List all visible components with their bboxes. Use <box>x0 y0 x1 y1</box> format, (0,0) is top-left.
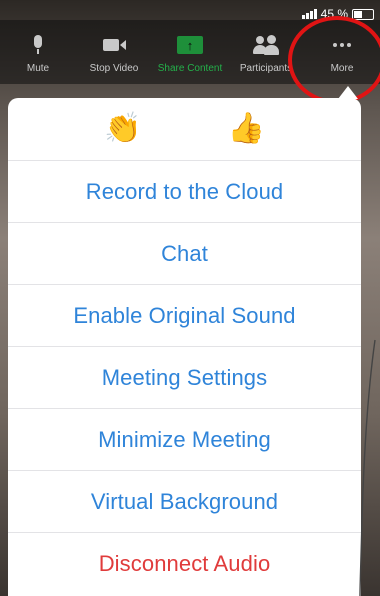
stop-video-label: Stop Video <box>89 63 139 74</box>
disconnect-audio-item[interactable]: Disconnect Audio <box>8 533 361 594</box>
clapping-hands-icon[interactable]: 👏 <box>104 114 141 144</box>
video-camera-icon <box>102 34 126 56</box>
mute-label: Mute <box>26 63 50 74</box>
virtual-background-item[interactable]: Virtual Background <box>8 471 361 533</box>
cellular-signal-icon <box>301 9 317 19</box>
participants-icon <box>253 34 279 56</box>
participants-label: Participants <box>239 63 293 74</box>
stop-video-button[interactable]: Stop Video <box>78 20 150 74</box>
share-content-button[interactable]: ↑ Share Content <box>154 20 226 74</box>
red-highlight-circle <box>288 16 380 104</box>
share-content-label: Share Content <box>157 63 223 74</box>
thumbs-up-icon[interactable]: 👍 <box>228 114 265 144</box>
reactions-row: 👏 👍 <box>8 98 361 161</box>
share-screen-icon: ↑ <box>177 34 203 56</box>
enable-original-sound-item[interactable]: Enable Original Sound <box>8 285 361 347</box>
meeting-settings-item[interactable]: Meeting Settings <box>8 347 361 409</box>
record-to-cloud-item[interactable]: Record to the Cloud <box>8 161 361 223</box>
chat-item[interactable]: Chat <box>8 223 361 285</box>
mute-button[interactable]: Mute <box>2 20 74 74</box>
battery-icon <box>352 8 374 20</box>
microphone-icon <box>31 34 45 56</box>
more-options-menu: 👏 👍 Record to the Cloud Chat Enable Orig… <box>8 98 361 596</box>
minimize-meeting-item[interactable]: Minimize Meeting <box>8 409 361 471</box>
